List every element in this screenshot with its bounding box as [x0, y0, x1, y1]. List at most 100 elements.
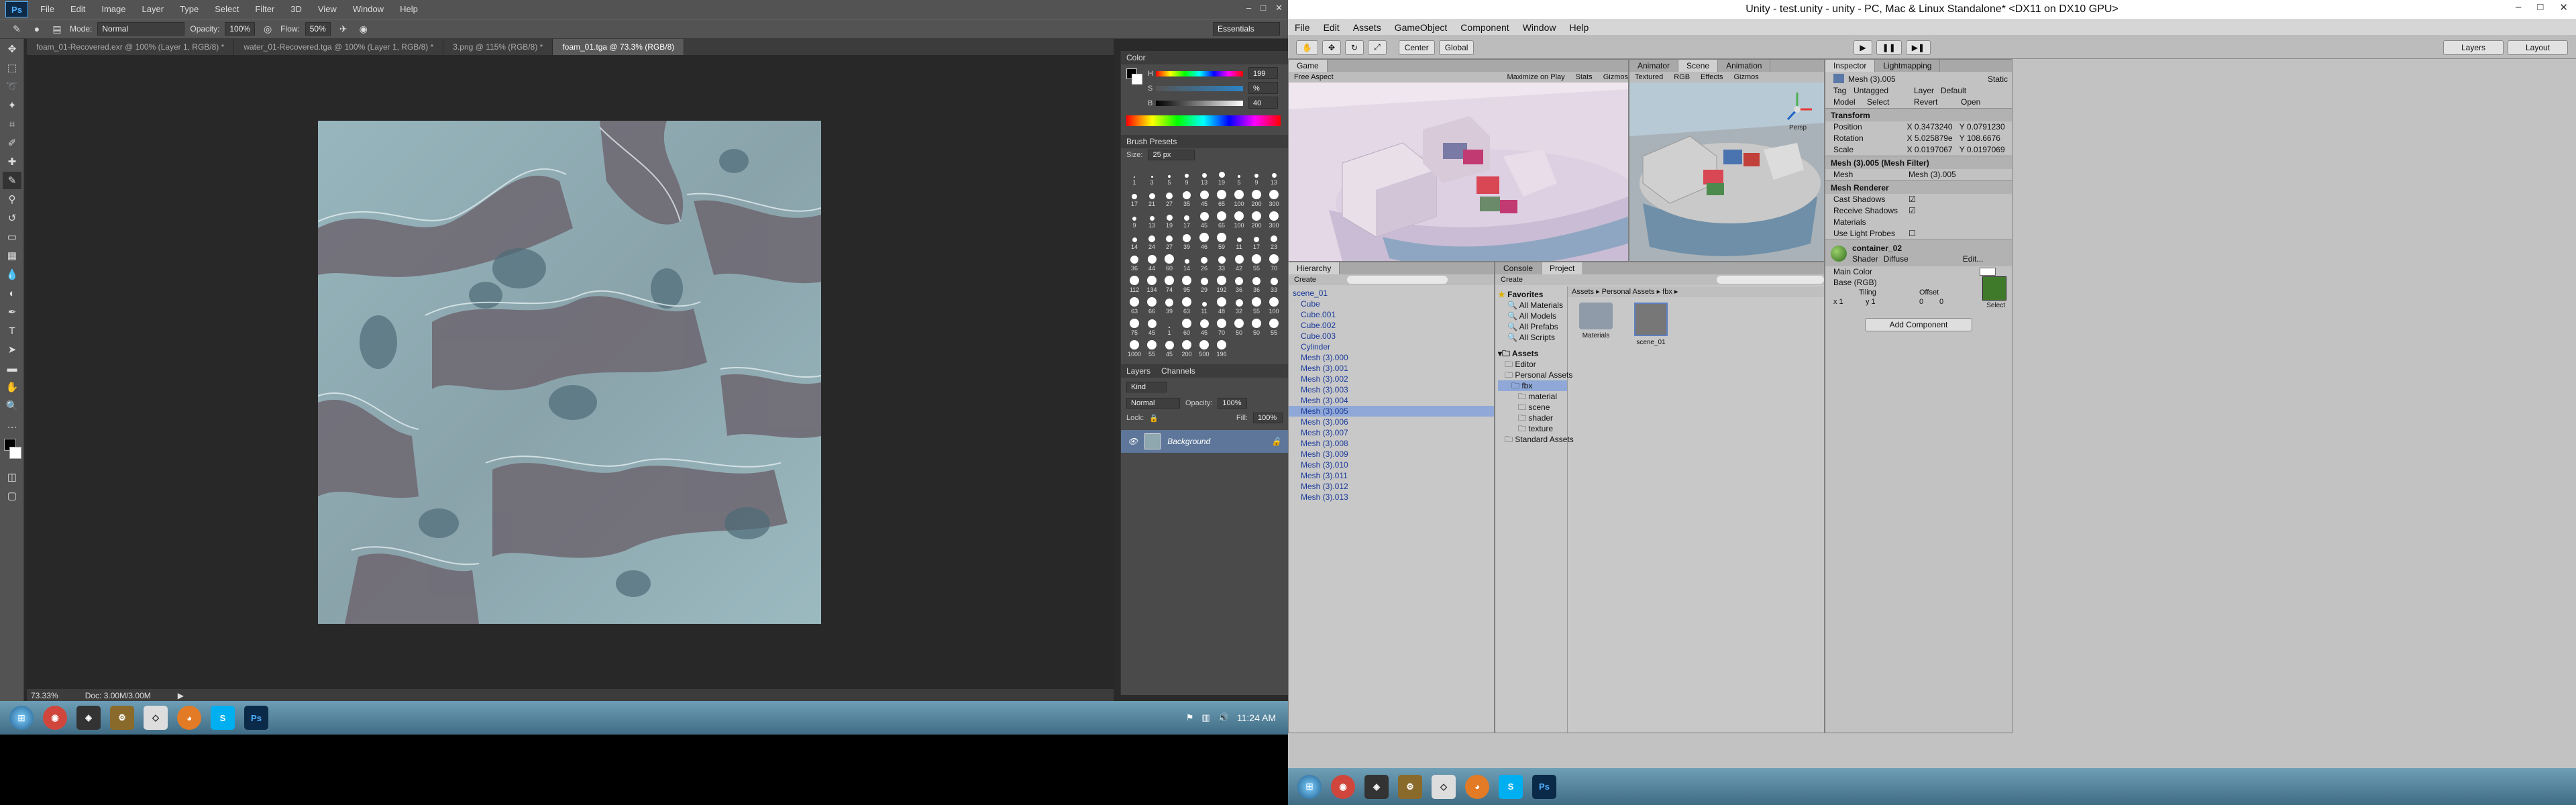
unity-menu-file[interactable]: File — [1288, 22, 1317, 33]
marquee-tool-icon[interactable]: ⬚ — [3, 59, 21, 76]
lasso-tool-icon[interactable]: ➰ — [3, 78, 21, 95]
hand-tool-icon[interactable]: ✋ — [3, 378, 21, 396]
brush-preset[interactable]: 55 — [1248, 294, 1265, 315]
photoshop-taskbar-icon[interactable]: Ps — [244, 706, 268, 730]
unity-menu-edit[interactable]: Edit — [1317, 22, 1346, 33]
unity-menu-help[interactable]: Help — [1562, 22, 1595, 33]
color-panel-title[interactable]: Color — [1121, 51, 1288, 64]
hand-tool-icon[interactable]: ✋ — [1296, 40, 1318, 55]
hierarchy-item[interactable]: Mesh (3).004 — [1289, 395, 1494, 406]
move-tool-icon[interactable]: ✥ — [1322, 40, 1342, 55]
photoshop-taskbar-icon[interactable]: Ps — [1532, 774, 1556, 799]
game-view-render[interactable] — [1289, 83, 1644, 268]
scene-view-render[interactable]: Persp — [1629, 83, 1824, 261]
h-value[interactable]: 199 — [1248, 67, 1278, 79]
brush-preset[interactable]: 100 — [1266, 294, 1282, 315]
layer-dropdown[interactable]: Default — [1941, 85, 1966, 97]
status-menu-arrow-icon[interactable]: ▶ — [178, 691, 184, 700]
tray-network-icon[interactable]: ▥ — [1201, 712, 1210, 723]
layer-kind-filter[interactable]: Kind — [1126, 382, 1167, 392]
hierarchy-item[interactable]: Cube.001 — [1289, 309, 1494, 320]
brush-preset[interactable]: 65 — [1214, 187, 1230, 207]
play-button[interactable]: ▶ — [1854, 40, 1872, 55]
brush-preset[interactable]: 55 — [1248, 252, 1265, 272]
brush-preset[interactable]: 19 — [1161, 209, 1177, 229]
layers-dropdown[interactable]: Layers — [2443, 40, 2504, 55]
windows-start-icon[interactable]: ⊞ — [1297, 774, 1322, 799]
brush-preset[interactable]: 134 — [1144, 273, 1160, 293]
blur-tool-icon[interactable]: 💧 — [3, 266, 21, 283]
brush-preset[interactable]: 200 — [1248, 209, 1265, 229]
ps-menu-window[interactable]: Window — [345, 0, 392, 19]
s-value[interactable]: % — [1248, 82, 1278, 94]
effects-dropdown[interactable]: Effects — [1701, 73, 1723, 81]
brush-presets-title[interactable]: Brush Presets — [1121, 135, 1288, 148]
mesh-renderer-header[interactable]: Mesh Renderer — [1825, 180, 2012, 194]
layer-opacity-value[interactable]: 100% — [1218, 398, 1248, 409]
brush-preset[interactable]: 75 — [1126, 316, 1142, 336]
brush-preset[interactable]: 5 — [1161, 166, 1177, 186]
ps-menu-filter[interactable]: Filter — [247, 0, 282, 19]
zoom-level[interactable]: 73.33% — [31, 691, 58, 700]
favorite-item[interactable]: 🔍 All Scripts — [1498, 332, 1567, 343]
pivot-center-toggle[interactable]: Center — [1398, 40, 1435, 55]
tiling-x[interactable]: x 1 — [1833, 298, 1843, 306]
light-probes-checkbox[interactable]: ☐ — [1909, 228, 1916, 239]
brush-preset[interactable]: 17 — [1248, 230, 1265, 250]
favorites-header[interactable]: ★ Favorites — [1498, 289, 1567, 300]
brush-preset[interactable]: 200 — [1248, 187, 1265, 207]
assets-tree-item[interactable]: 🗀 shader — [1498, 413, 1567, 423]
project-create-dropdown[interactable]: Create — [1501, 276, 1523, 284]
material-header[interactable]: container_02 Shader Diffuse Edit... — [1825, 239, 2012, 266]
healing-tool-icon[interactable]: ✚ — [3, 153, 21, 170]
unity-menu-assets[interactable]: Assets — [1346, 22, 1388, 33]
blender-icon[interactable]: ◕ — [1465, 774, 1489, 799]
receive-shadows-checkbox[interactable]: ☑ — [1909, 205, 1916, 217]
brush-preset[interactable]: 29 — [1196, 273, 1212, 293]
favorite-item[interactable]: 🔍 All Materials — [1498, 300, 1567, 311]
brush-preset[interactable]: 66 — [1144, 294, 1160, 315]
tray-flag-icon[interactable]: ⚑ — [1186, 712, 1194, 723]
model-select-button[interactable]: Select — [1867, 97, 1914, 108]
skype-icon[interactable]: S — [211, 706, 235, 730]
brush-preset[interactable]: 13 — [1266, 166, 1282, 186]
shader-dropdown[interactable]: Diffuse — [1884, 254, 1957, 264]
brush-preset[interactable]: 32 — [1231, 294, 1247, 315]
hierarchy-item[interactable]: Cylinder — [1289, 341, 1494, 352]
tab-channels[interactable]: Channels — [1161, 364, 1195, 378]
skype-icon[interactable]: S — [1499, 774, 1523, 799]
unity-web-icon[interactable]: ◇ — [144, 706, 168, 730]
brush-preset[interactable]: 9 — [1126, 209, 1142, 229]
brush-preset[interactable]: 13 — [1196, 166, 1212, 186]
mesh-field[interactable]: Mesh (3).005 — [1909, 169, 1956, 180]
history-brush-icon[interactable]: ↺ — [3, 209, 21, 227]
brush-preset[interactable]: 55 — [1266, 316, 1282, 336]
screen-mode-icon[interactable]: ▢ — [3, 487, 21, 504]
ps-menu-3d[interactable]: 3D — [282, 0, 310, 19]
ps-menu-select[interactable]: Select — [207, 0, 247, 19]
b-value[interactable]: 40 — [1248, 97, 1278, 109]
unity-menu-component[interactable]: Component — [1454, 22, 1515, 33]
brush-preset[interactable]: 70 — [1266, 252, 1282, 272]
type-tool-icon[interactable]: T — [3, 322, 21, 339]
brush-preset[interactable]: 200 — [1179, 337, 1195, 358]
brush-preset[interactable]: 95 — [1179, 273, 1195, 293]
eyedropper-tool-icon[interactable]: ✐ — [3, 134, 21, 152]
chrome-icon[interactable]: ◉ — [1331, 774, 1355, 799]
brush-tool-icon[interactable]: ✎ — [3, 172, 21, 189]
magic-wand-tool-icon[interactable]: ✦ — [3, 97, 21, 114]
hierarchy-item[interactable]: Mesh (3).011 — [1289, 470, 1494, 481]
assets-tree-item[interactable]: 🗀 material — [1498, 391, 1567, 402]
zoom-tool-icon[interactable]: 🔍 — [3, 397, 21, 415]
unity-maximize-button[interactable]: □ — [2537, 1, 2543, 13]
tab-inspector[interactable]: Inspector — [1825, 60, 1876, 72]
hierarchy-item[interactable]: Mesh (3).006 — [1289, 417, 1494, 427]
more-tools-icon[interactable]: … — [3, 416, 21, 433]
color-swatches[interactable] — [3, 437, 21, 464]
ps-menu-layer[interactable]: Layer — [134, 0, 172, 19]
quick-mask-icon[interactable]: ◫ — [3, 468, 21, 486]
brush-preset[interactable]: 17 — [1179, 209, 1195, 229]
scale-y[interactable]: Y 0.0197069 — [1960, 144, 2012, 156]
hierarchy-item[interactable]: Mesh (3).009 — [1289, 449, 1494, 460]
model-revert-button[interactable]: Revert — [1914, 97, 1961, 108]
